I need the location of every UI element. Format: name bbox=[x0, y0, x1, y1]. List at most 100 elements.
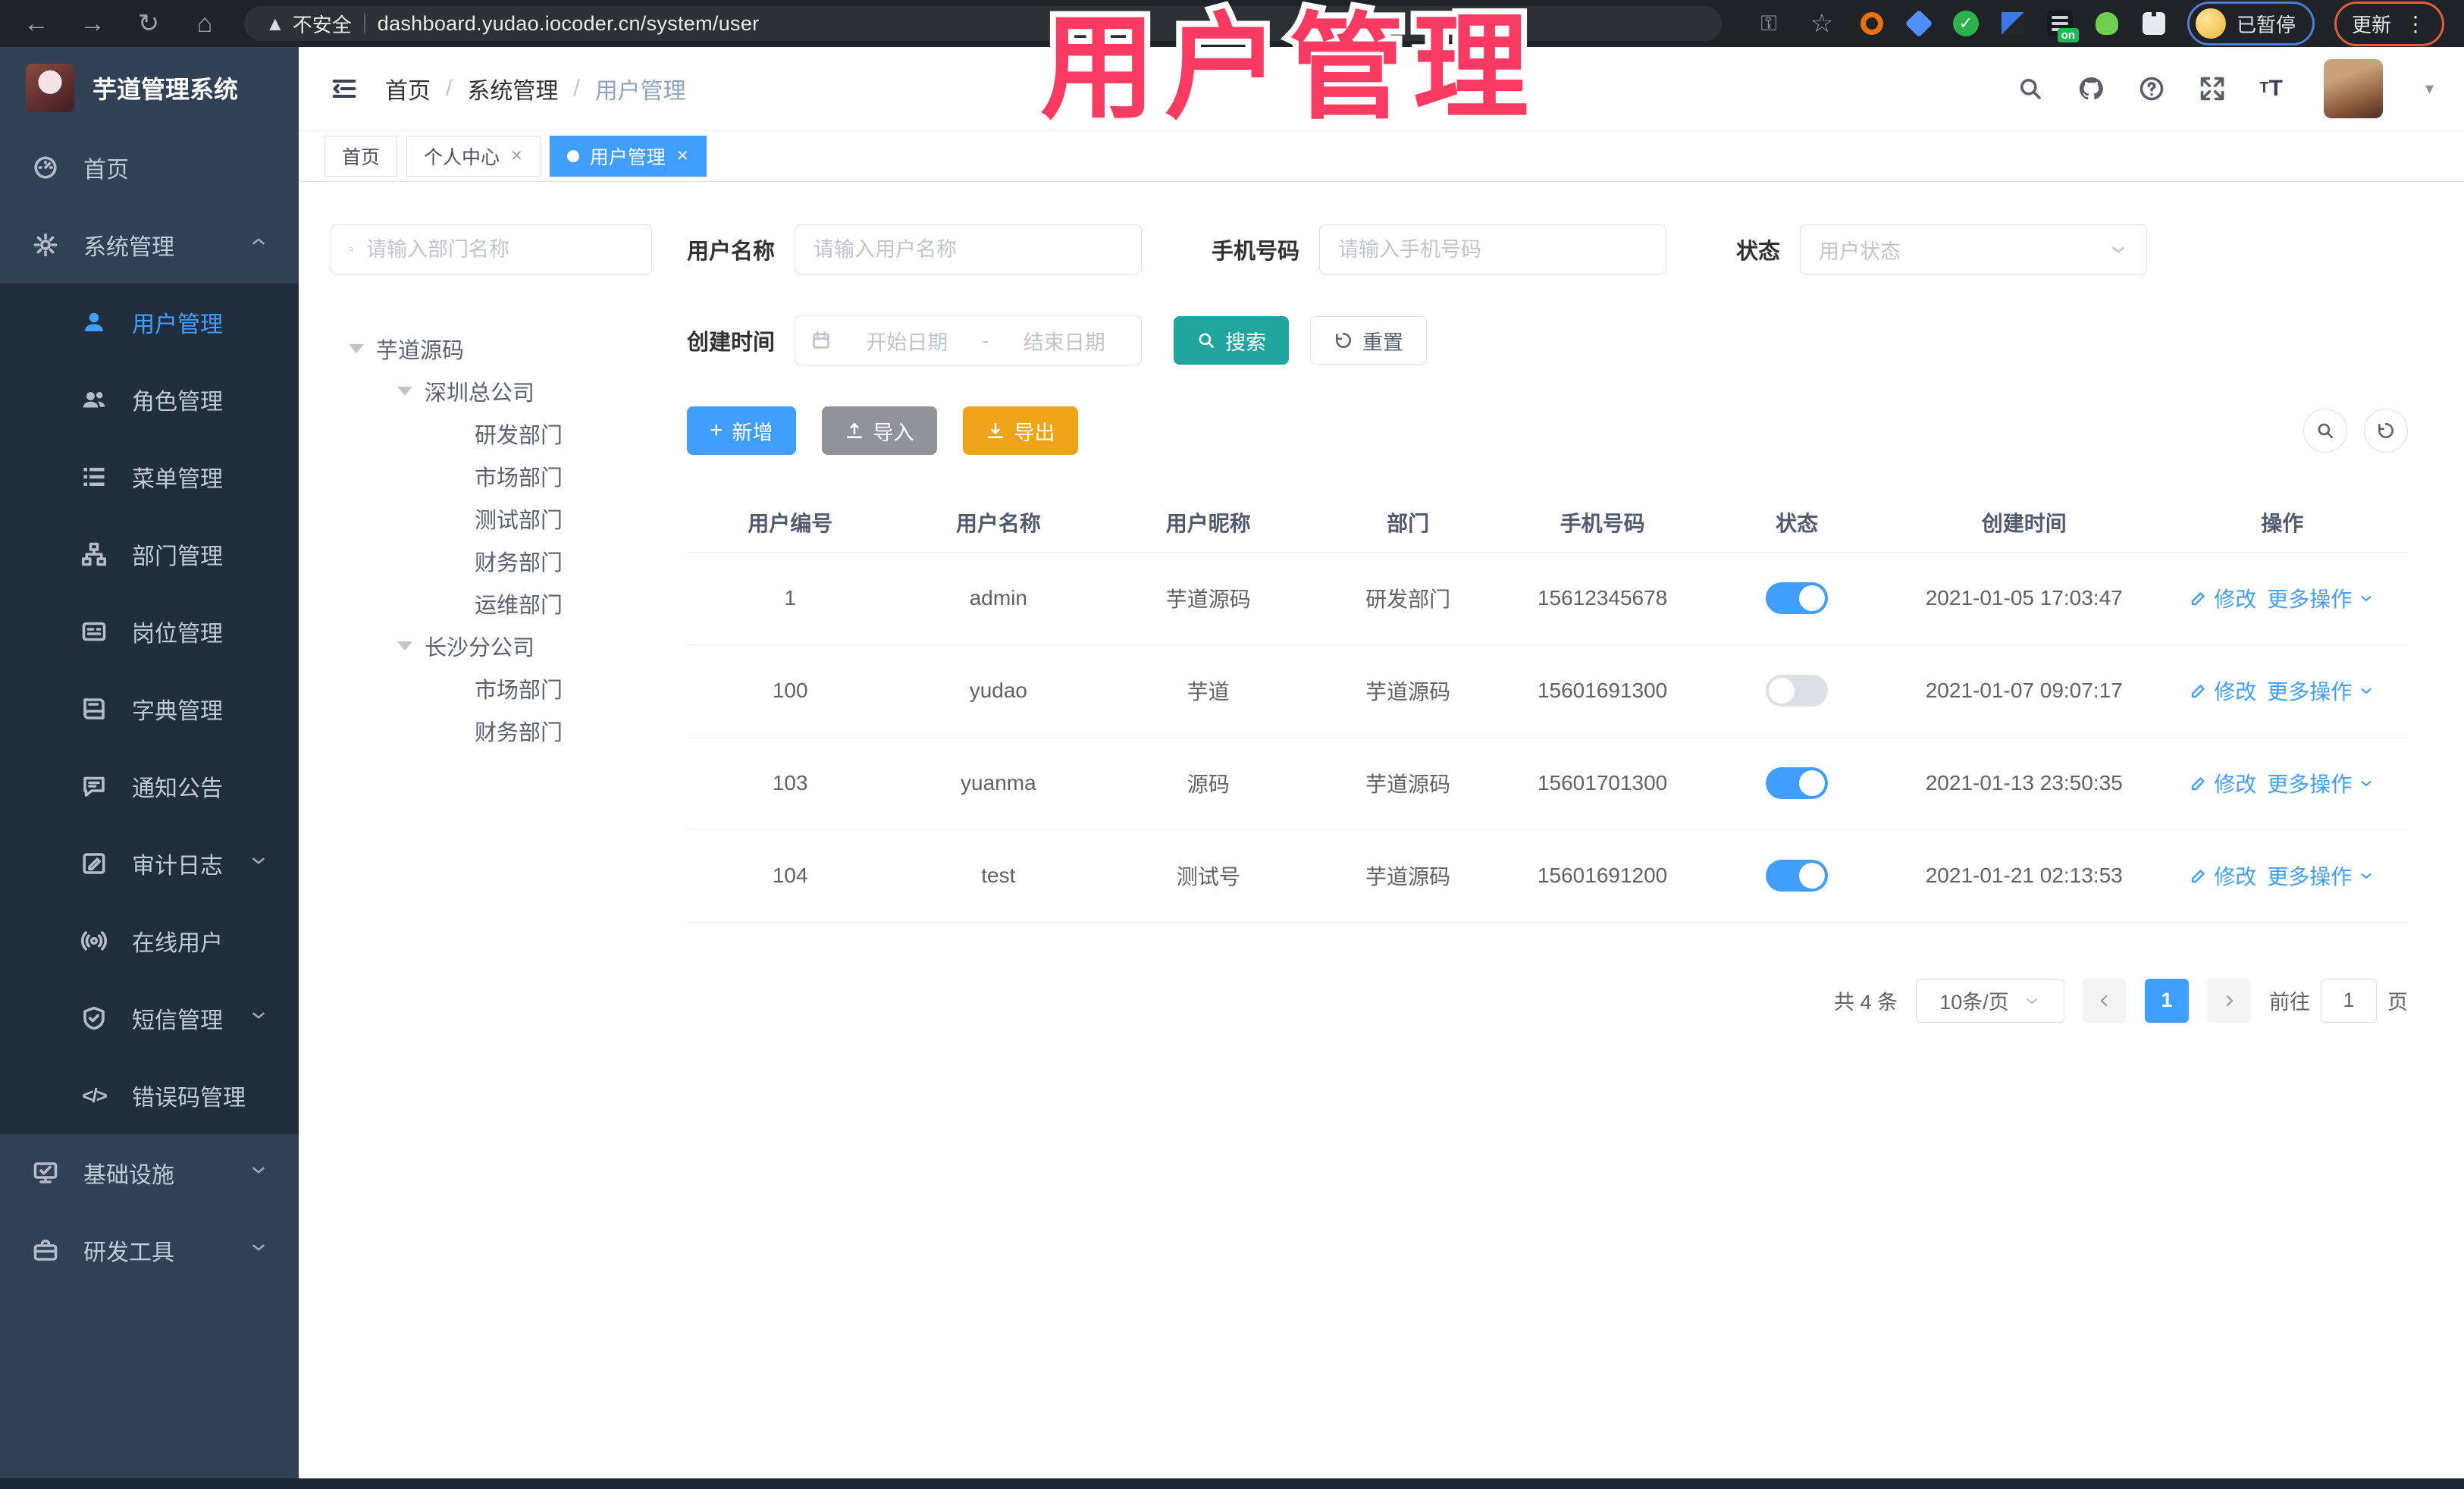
import-button[interactable]: 导入 bbox=[821, 406, 937, 455]
start-date-placeholder[interactable]: 开始日期 bbox=[845, 326, 969, 356]
avatar-caret-icon[interactable]: ▾ bbox=[2425, 79, 2434, 99]
sidebar-item-online-users[interactable]: 在线用户 bbox=[0, 902, 299, 980]
tree-node[interactable]: 运维部门 bbox=[331, 582, 657, 625]
reset-button[interactable]: 重置 bbox=[1310, 316, 1428, 365]
status-select[interactable]: 用户状态 bbox=[1800, 224, 2148, 274]
sidebar-item-home[interactable]: 首页 bbox=[0, 129, 299, 206]
tree-node[interactable]: 财务部门 bbox=[331, 540, 657, 582]
edit-link[interactable]: 修改 bbox=[2190, 676, 2256, 706]
table-row: 100 yudao 芋道 芋道源码 15601691300 2021-01-07… bbox=[687, 644, 2408, 738]
sidebar-item-errcode-mgmt[interactable]: </> 错误码管理 bbox=[0, 1057, 299, 1134]
end-date-placeholder[interactable]: 结束日期 bbox=[1003, 326, 1127, 356]
tree-node[interactable]: 长沙分公司 bbox=[331, 625, 657, 667]
chevron-down-icon bbox=[2112, 246, 2124, 253]
browser-update-button[interactable]: 更新 ⋮ bbox=[2334, 1, 2444, 46]
date-range-picker[interactable]: 开始日期 - 结束日期 bbox=[795, 315, 1143, 365]
reload-icon[interactable]: ↻ bbox=[132, 11, 165, 36]
extension-gem-icon[interactable] bbox=[1904, 9, 1933, 38]
tab-home[interactable]: 首页 bbox=[324, 135, 398, 177]
sidebar-item-role-mgmt[interactable]: 角色管理 bbox=[0, 361, 299, 438]
tree-node[interactable]: 市场部门 bbox=[331, 667, 657, 710]
home-icon[interactable]: ⌂ bbox=[188, 11, 221, 36]
prev-page-button[interactable] bbox=[2083, 978, 2127, 1023]
font-size-icon[interactable]: TT bbox=[2259, 76, 2283, 102]
toggle-search-button[interactable] bbox=[2303, 409, 2347, 453]
user-avatar[interactable] bbox=[2323, 58, 2383, 118]
back-icon[interactable]: ← bbox=[20, 11, 53, 36]
tree-node[interactable]: 芋道源码 bbox=[331, 328, 657, 370]
extension-green-circle-icon[interactable]: ✓ bbox=[1952, 10, 1980, 37]
extension-list-on-icon[interactable]: on bbox=[2046, 10, 2079, 42]
caret-down-icon[interactable] bbox=[349, 344, 364, 353]
breadcrumb-system[interactable]: 系统管理 bbox=[467, 72, 558, 105]
help-icon[interactable] bbox=[2138, 75, 2165, 102]
tree-node[interactable]: 财务部门 bbox=[331, 710, 657, 752]
dept-search-input[interactable] bbox=[366, 237, 635, 262]
mobile-input[interactable] bbox=[1319, 224, 1667, 274]
edit-link[interactable]: 修改 bbox=[2190, 860, 2256, 891]
col-user-id: 用户编号 bbox=[687, 493, 894, 553]
sidebar-fold-icon[interactable] bbox=[329, 74, 359, 104]
status-toggle[interactable] bbox=[1766, 860, 1829, 892]
profile-paused-badge[interactable]: 已暂停 bbox=[2187, 2, 2315, 45]
sidebar-item-notice[interactable]: 通知公告 bbox=[0, 748, 299, 825]
edit-link[interactable]: 修改 bbox=[2190, 768, 2256, 798]
address-bar[interactable]: ▲ 不安全 dashboard.yudao.iocoder.cn/system/u… bbox=[244, 6, 1722, 41]
extension-person-icon[interactable] bbox=[2093, 10, 2121, 37]
tab-profile[interactable]: 个人中心 ✕ bbox=[406, 135, 541, 177]
tree-node[interactable]: 市场部门 bbox=[331, 455, 657, 497]
app-logo[interactable]: 芋道管理系统 bbox=[0, 47, 299, 129]
more-actions-link[interactable]: 更多操作 bbox=[2267, 860, 2375, 891]
more-actions-link[interactable]: 更多操作 bbox=[2267, 583, 2375, 613]
add-button[interactable]: + 新增 bbox=[687, 406, 796, 455]
tab-user-mgmt[interactable]: 用户管理 ✕ bbox=[549, 135, 707, 177]
close-icon[interactable]: ✕ bbox=[676, 146, 689, 165]
search-icon[interactable] bbox=[2017, 75, 2044, 102]
more-actions-link[interactable]: 更多操作 bbox=[2267, 676, 2375, 706]
goto-page-input[interactable] bbox=[2321, 978, 2377, 1023]
page-size-select[interactable]: 10条/页 bbox=[1916, 978, 2064, 1023]
page-1-button[interactable]: 1 bbox=[2145, 978, 2189, 1023]
status-toggle[interactable] bbox=[1766, 582, 1829, 614]
breadcrumb-home[interactable]: 首页 bbox=[385, 72, 431, 105]
status-toggle[interactable] bbox=[1766, 675, 1829, 707]
forward-icon[interactable]: → bbox=[76, 11, 109, 36]
check-shield-icon bbox=[79, 1005, 109, 1032]
sidebar-item-audit-log[interactable]: 审计日志 bbox=[0, 825, 299, 902]
export-button[interactable]: 导出 bbox=[962, 406, 1078, 455]
username-input[interactable] bbox=[795, 224, 1143, 274]
table-row: 104 test 测试号 芋道源码 15601691200 2021-01-21… bbox=[687, 829, 2408, 923]
sidebar-item-dict-mgmt[interactable]: 字典管理 bbox=[0, 670, 299, 748]
search-icon bbox=[349, 247, 354, 252]
status-toggle[interactable] bbox=[1766, 767, 1829, 799]
tree-node[interactable]: 深圳总公司 bbox=[331, 370, 657, 412]
browser-menu-icon[interactable]: ⋮ bbox=[2405, 11, 2427, 36]
close-icon[interactable]: ✕ bbox=[510, 146, 523, 165]
sidebar-item-post-mgmt[interactable]: 岗位管理 bbox=[0, 593, 299, 670]
extension-orange-icon[interactable] bbox=[1858, 10, 1886, 37]
sidebar-item-dev-tools[interactable]: 研发工具 bbox=[0, 1212, 299, 1289]
github-icon[interactable] bbox=[2077, 75, 2105, 102]
extensions-puzzle-icon[interactable] bbox=[2140, 10, 2168, 37]
refresh-button[interactable] bbox=[2364, 409, 2408, 453]
dept-search-box bbox=[331, 224, 652, 274]
extension-squares-icon[interactable] bbox=[1999, 10, 2027, 37]
search-button[interactable]: 搜索 bbox=[1174, 316, 1290, 365]
fullscreen-icon[interactable] bbox=[2199, 75, 2226, 102]
sidebar-item-system[interactable]: 系统管理 bbox=[0, 206, 299, 284]
sidebar-item-infrastructure[interactable]: 基础设施 bbox=[0, 1134, 299, 1212]
next-page-button[interactable] bbox=[2207, 978, 2251, 1023]
caret-down-icon[interactable] bbox=[397, 641, 412, 650]
sidebar-item-user-mgmt[interactable]: 用户管理 bbox=[0, 284, 299, 361]
sidebar-item-menu-mgmt[interactable]: 菜单管理 bbox=[0, 438, 299, 516]
security-warning[interactable]: ▲ 不安全 bbox=[265, 10, 352, 38]
sidebar-item-sms-mgmt[interactable]: 短信管理 bbox=[0, 980, 299, 1057]
caret-down-icon[interactable] bbox=[397, 387, 412, 396]
tree-node[interactable]: 研发部门 bbox=[331, 412, 657, 455]
sidebar-item-dept-mgmt[interactable]: 部门管理 bbox=[0, 516, 299, 593]
more-actions-link[interactable]: 更多操作 bbox=[2267, 768, 2375, 798]
bookmark-star-icon[interactable]: ☆ bbox=[1805, 11, 1839, 36]
tree-node[interactable]: 测试部门 bbox=[331, 497, 657, 540]
edit-link[interactable]: 修改 bbox=[2190, 583, 2256, 613]
password-key-icon[interactable]: ⚿ bbox=[1752, 13, 1785, 34]
